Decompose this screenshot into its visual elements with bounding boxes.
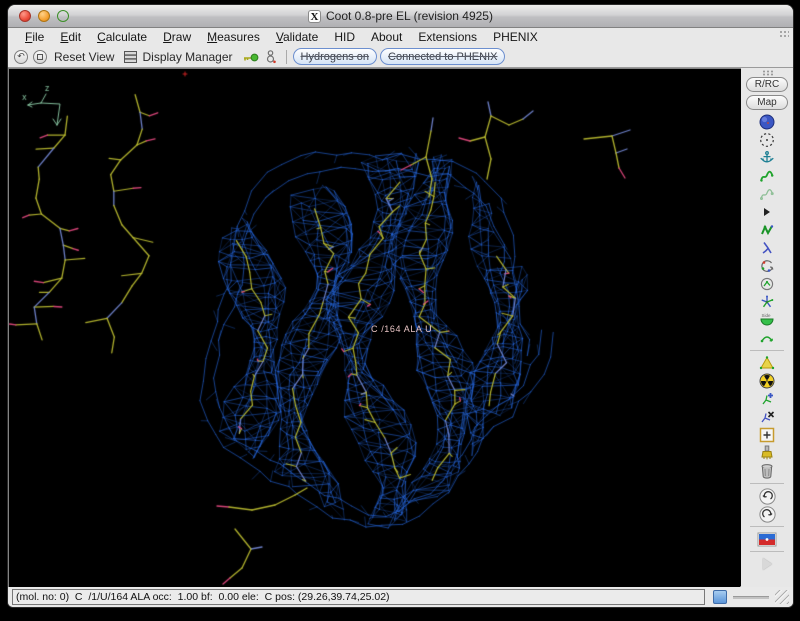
right-toolbar-separator [750, 483, 784, 484]
status-bar: (mol. no: 0) C /1/U/164 ALA occ: 1.00 bf… [8, 587, 793, 607]
content-row: C /164 ALA U R/RC Map [8, 68, 793, 587]
right-toolbar-drag-handle-icon[interactable] [762, 70, 773, 76]
menu-validate[interactable]: Validate [268, 30, 327, 44]
menu-bar: File Edit Calculate Draw Measures Valida… [8, 28, 793, 46]
menu-draw[interactable]: Draw [155, 30, 199, 44]
rrc-button[interactable]: R/RC [746, 77, 788, 92]
pyramid-add-terminal-icon[interactable] [759, 354, 775, 372]
layers-icon [124, 51, 137, 63]
window-title-text: Coot 0.8-pre EL (revision 4925) [326, 9, 493, 23]
key-icon[interactable] [243, 52, 259, 62]
lambda-fragment-icon[interactable] [759, 239, 775, 257]
radioactive-alt-conf-icon[interactable] [759, 372, 775, 390]
toolbar-separator [286, 50, 287, 64]
gl-canvas[interactable] [9, 69, 740, 589]
eye-molecule-icon[interactable] [759, 275, 775, 293]
menu-hid[interactable]: HID [326, 30, 363, 44]
reset-view-button[interactable]: Reset View [54, 50, 114, 64]
coot-window: X Coot 0.8-pre EL (revision 4925) File E… [8, 5, 793, 607]
zoom-button[interactable] [57, 10, 69, 22]
minimize-button[interactable] [38, 10, 50, 22]
blue-sphere-icon[interactable] [759, 113, 775, 131]
right-toolbar: R/RC Map [741, 68, 793, 587]
map-scroll-groove[interactable] [733, 596, 769, 599]
figure-icon[interactable] [265, 50, 277, 64]
main-toolbar: ↶ Reset View Display Manager Hydrogens o… [8, 46, 793, 68]
close-button[interactable] [19, 10, 31, 22]
menu-extensions[interactable]: Extensions [410, 30, 485, 44]
refmac-flag-icon[interactable] [757, 530, 777, 548]
hydrogens-toggle-button[interactable]: Hydrogens on [293, 48, 378, 65]
menu-about[interactable]: About [363, 30, 410, 44]
delete-atom-icon[interactable] [759, 408, 775, 426]
title-bar[interactable]: X Coot 0.8-pre EL (revision 4925) [8, 5, 793, 28]
right-toolbar-separator [750, 526, 784, 527]
menu-file[interactable]: File [17, 30, 52, 44]
rotamer-cycle-icon[interactable] [759, 257, 775, 275]
menu-phenix[interactable]: PHENIX [485, 30, 546, 44]
phenix-connection-button[interactable]: Connected to PHENIX [380, 48, 505, 65]
gl-viewport[interactable]: C /164 ALA U [8, 68, 741, 587]
trash-can-icon[interactable] [759, 462, 775, 480]
refine-squiggle-icon[interactable] [759, 167, 775, 185]
anchor-icon[interactable] [759, 149, 775, 167]
map-scroll-thumb[interactable] [713, 590, 727, 604]
regularize-squiggle-icon[interactable] [759, 185, 775, 203]
menu-edit[interactable]: Edit [52, 30, 89, 44]
redo-arrow-icon[interactable] [759, 505, 776, 523]
dashed-reticle-icon[interactable] [759, 131, 775, 149]
undo-arrow-icon[interactable] [759, 487, 776, 505]
map-button[interactable]: Map [746, 95, 788, 110]
side-chain-bowl-icon[interactable]: Side [759, 311, 775, 329]
status-text: (mol. no: 0) C /1/U/164 ALA occ: 1.00 bf… [12, 589, 705, 605]
back-circle-icon[interactable]: ↶ [14, 50, 28, 64]
menu-measures[interactable]: Measures [199, 30, 268, 44]
place-atom-box-icon[interactable] [759, 426, 775, 444]
traffic-lights [19, 10, 69, 22]
play-triangle-icon[interactable] [763, 555, 772, 573]
right-toolbar-separator [750, 350, 784, 351]
flip-arc-icon[interactable] [759, 329, 775, 347]
svg-text:Side: Side [762, 313, 772, 318]
add-atom-icon[interactable] [759, 390, 775, 408]
right-toolbar-separator [750, 551, 784, 552]
menu-calculate[interactable]: Calculate [89, 30, 155, 44]
paint-brush-icon[interactable] [759, 444, 775, 462]
x11-icon: X [308, 10, 321, 23]
window-title: X Coot 0.8-pre EL (revision 4925) [308, 9, 493, 23]
record-circle-icon[interactable] [33, 50, 47, 64]
star-molecule-icon[interactable] [759, 293, 775, 311]
menubar-drag-handle-icon[interactable] [779, 30, 789, 37]
expander-triangle-icon[interactable] [764, 203, 770, 221]
display-manager-button[interactable]: Display Manager [142, 50, 232, 64]
rigid-body-fragment-icon[interactable] [759, 221, 775, 239]
resize-grip[interactable] [775, 590, 789, 604]
